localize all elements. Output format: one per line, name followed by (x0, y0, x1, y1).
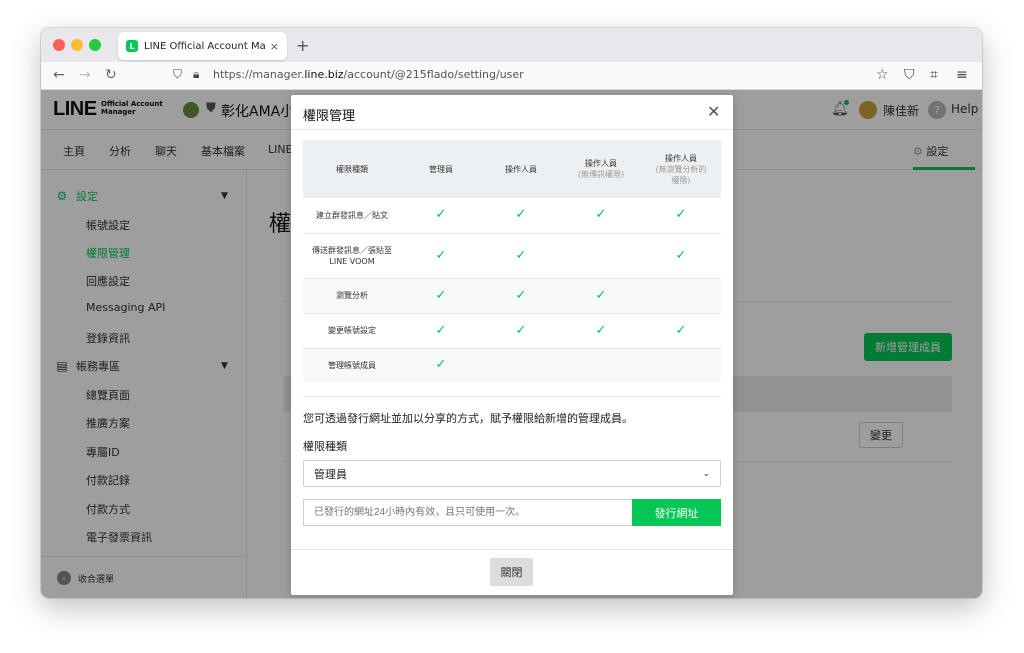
table-row: 管理帳號成員 ✓ (303, 348, 721, 382)
pocket-icon[interactable]: ⛉ (904, 67, 915, 83)
minimize-window-button[interactable] (71, 39, 83, 51)
check-icon: ✓ (595, 207, 607, 223)
check-cell: ✓ (401, 278, 481, 314)
url-domain: line.biz (304, 68, 344, 81)
check-cell: ✓ (561, 278, 641, 314)
check-icon: ✓ (515, 322, 527, 338)
check-cell: ✓ (481, 233, 561, 279)
check-cell: ✓ (401, 348, 481, 382)
header-title: 管理員 (429, 164, 453, 174)
check-icon: ✓ (435, 357, 447, 373)
check-icon: ✓ (595, 287, 607, 303)
permissions-modal: 權限管理 ✕ 權限種類 管理員 操作人員 操作人員 (無傳訊權限) 操作人員 (無瀏… (291, 95, 733, 595)
table-row: 瀏覽分析 ✓ ✓ ✓ (303, 278, 721, 314)
line-favicon-icon: L (126, 40, 138, 52)
menu-icon[interactable]: ≡ (956, 67, 968, 83)
header-title: 操作人員 (505, 164, 537, 174)
check-icon: ✓ (435, 207, 447, 223)
header-subtitle: (無瀏覽分析的權限) (655, 164, 707, 185)
check-icon: ✓ (435, 322, 447, 338)
chevron-down-icon: ⌄ (702, 468, 710, 479)
table-row: 建立群發訊息／貼文 ✓ ✓ ✓ ✓ (303, 198, 721, 234)
url-path: /account/@215flado/setting/user (343, 68, 524, 81)
check-icon: ✓ (675, 322, 687, 338)
invite-description: 您可透過發行網址並加以分享的方式，賦予權限給新增的管理成員。 (303, 412, 633, 425)
check-icon: ✓ (595, 322, 607, 338)
table-row: 傳送群發訊息／張貼至LINE VOOM ✓ ✓ ✓ (303, 233, 721, 279)
empty-cell (561, 348, 641, 382)
modal-title: 權限管理 (303, 109, 356, 124)
empty-cell (641, 348, 721, 382)
table-header-cell: 操作人員 (無瀏覽分析的權限) (641, 140, 721, 198)
check-cell: ✓ (401, 313, 481, 349)
permission-type-select[interactable]: 管理員 ⌄ (303, 460, 721, 487)
permissions-table: 權限種類 管理員 操作人員 操作人員 (無傳訊權限) 操作人員 (無瀏覽分析的權限)… (303, 140, 721, 382)
new-tab-button[interactable]: + (296, 36, 309, 55)
check-cell: ✓ (641, 313, 721, 349)
permission-type-label: 權限種類 (303, 440, 347, 453)
url-prefix: https://manager. (213, 68, 305, 81)
check-icon: ✓ (675, 207, 687, 223)
check-icon: ✓ (515, 247, 527, 263)
check-icon: ✓ (515, 287, 527, 303)
close-button[interactable]: 關閉 (490, 558, 533, 586)
table-header-cell: 操作人員 (481, 140, 561, 198)
back-arrow-icon[interactable]: ← (53, 67, 65, 83)
table-header-cell: 操作人員 (無傳訊權限) (561, 140, 641, 198)
check-icon: ✓ (435, 247, 447, 263)
reload-icon[interactable]: ↻ (105, 67, 117, 83)
header-title: 操作人員 (665, 153, 697, 163)
close-window-button[interactable] (53, 39, 65, 51)
check-cell: ✓ (481, 198, 561, 234)
row-label: 變更帳號設定 (303, 313, 401, 349)
close-icon[interactable]: ✕ (707, 102, 720, 121)
url-bar[interactable]: https://manager.line.biz/account/@215fla… (213, 68, 524, 81)
check-cell: ✓ (641, 198, 721, 234)
empty-cell (641, 278, 721, 314)
row-label: 傳送群發訊息／張貼至LINE VOOM (303, 233, 401, 279)
check-cell: ✓ (641, 233, 721, 279)
row-label: 建立群發訊息／貼文 (303, 198, 401, 234)
table-row: 變更帳號設定 ✓ ✓ ✓ ✓ (303, 313, 721, 349)
tab-title: LINE Official Account Manager (144, 40, 266, 52)
maximize-window-button[interactable] (89, 39, 101, 51)
header-subtitle: (無傳訊權限) (577, 170, 625, 179)
check-cell: ✓ (481, 313, 561, 349)
check-cell: ✓ (481, 278, 561, 314)
check-cell: ✓ (401, 233, 481, 279)
issue-url-button[interactable]: 發行網址 (632, 499, 721, 526)
issued-url-input[interactable] (303, 499, 632, 526)
header-title: 操作人員 (585, 159, 617, 168)
table-header-row: 權限種類 管理員 操作人員 操作人員 (無傳訊權限) 操作人員 (無瀏覽分析的權限) (303, 140, 721, 198)
lock-icon[interactable]: 🔒︎ (193, 67, 199, 82)
check-icon: ✓ (515, 207, 527, 223)
extensions-icon[interactable]: ⌗ (930, 67, 938, 83)
empty-cell (561, 233, 641, 279)
browser-tab[interactable]: L LINE Official Account Manager × (118, 32, 287, 60)
forward-arrow-icon[interactable]: → (79, 67, 91, 83)
divider (291, 549, 733, 550)
check-cell: ✓ (561, 198, 641, 234)
browser-navbar: ← → ↻ ⛉ 🔒︎ https://manager.line.biz/acco… (41, 62, 982, 90)
shield-icon[interactable]: ⛉ (173, 67, 182, 82)
browser-titlebar: L LINE Official Account Manager × + (41, 28, 982, 62)
header-title: 權限種類 (336, 164, 368, 174)
browser-window: L LINE Official Account Manager × + ← → … (41, 28, 982, 598)
select-value: 管理員 (314, 467, 347, 481)
row-label: 管理帳號成員 (303, 348, 401, 382)
divider (291, 129, 733, 130)
check-cell: ✓ (561, 313, 641, 349)
tab-close-icon[interactable]: × (270, 40, 279, 53)
table-header-cell: 權限種類 (303, 140, 401, 198)
bookmark-star-icon[interactable]: ☆ (876, 67, 889, 83)
check-icon: ✓ (675, 247, 687, 263)
empty-cell (481, 348, 561, 382)
check-cell: ✓ (401, 198, 481, 234)
row-label: 瀏覽分析 (303, 278, 401, 314)
table-header-cell: 管理員 (401, 140, 481, 198)
divider (303, 396, 721, 397)
check-icon: ✓ (435, 287, 447, 303)
